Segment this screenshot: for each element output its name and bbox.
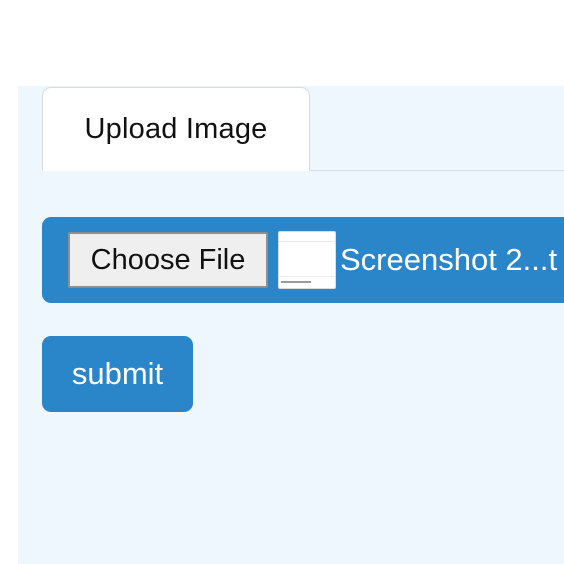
thumbnail-header xyxy=(279,232,335,242)
file-input[interactable]: Choose File Screenshot 2...t xyxy=(42,217,564,303)
selected-file-name: Screenshot 2...t xyxy=(340,242,558,277)
tab-upload-image[interactable]: Upload Image xyxy=(42,87,310,171)
thumbnail-caption xyxy=(281,281,311,283)
tab-label: Upload Image xyxy=(84,112,268,145)
file-thumbnail xyxy=(278,231,336,289)
submit-button[interactable]: submit xyxy=(42,336,193,412)
choose-file-button[interactable]: Choose File xyxy=(68,232,268,288)
upload-panel: Upload Image Choose File Screenshot 2...… xyxy=(18,86,564,564)
thumbnail-divider xyxy=(279,276,335,277)
tab-bar: Upload Image xyxy=(42,86,564,171)
page: Upload Image Choose File Screenshot 2...… xyxy=(0,0,564,564)
